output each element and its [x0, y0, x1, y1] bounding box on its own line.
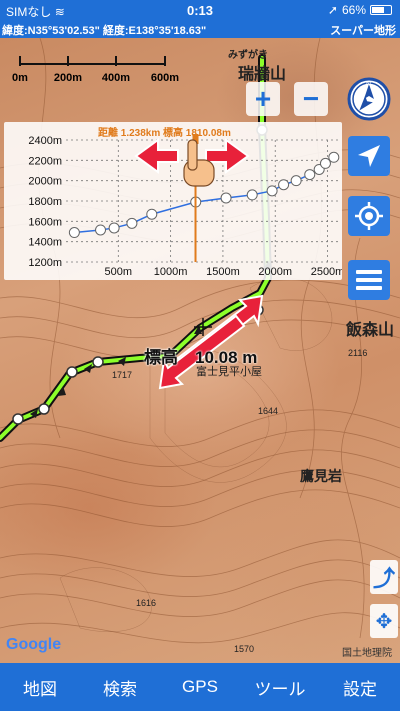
menu-button[interactable]: [348, 260, 390, 300]
spot-height-1570: 1570: [234, 644, 255, 654]
zoom-out-button[interactable]: −: [294, 82, 328, 116]
elevation-point: [278, 179, 290, 191]
scale-label-600: 600m: [150, 72, 180, 84]
battery-status: ➚ 66%: [328, 3, 392, 17]
drag-hint-overlay: [134, 138, 250, 187]
elevation-point: [328, 151, 340, 163]
gps-navigate-button[interactable]: [348, 136, 390, 176]
tab-map[interactable]: 地図: [0, 663, 80, 711]
hamburger-icon: [356, 270, 382, 290]
spot-height-2116: 2116: [348, 348, 368, 358]
coordinates: 緯度:N35°53'02.53" 経度:E138°35'18.63": [2, 25, 207, 37]
elevation-point: [319, 157, 331, 169]
y-tick-label: 2400m: [28, 135, 62, 147]
x-tick-label: 1500m: [206, 266, 240, 278]
elevation-point: [126, 217, 138, 229]
place-label-hut: 富士見平小屋: [196, 366, 262, 378]
svg-text:N: N: [366, 81, 371, 88]
move-map-button[interactable]: ✥: [370, 604, 398, 638]
location-arrow-icon: ➚: [327, 3, 338, 17]
hand-pointer-icon: [183, 139, 215, 187]
x-tick-label: 2000m: [258, 266, 292, 278]
y-tick-label: 1200m: [28, 257, 62, 269]
elevation-point: [146, 208, 158, 220]
place-label-iimoriyama: 飯森山: [346, 322, 395, 339]
y-tick-label: 1400m: [28, 237, 62, 249]
x-tick-label: 2500m: [311, 266, 342, 278]
spot-height-1717: 1717: [112, 370, 133, 380]
zoom-in-button[interactable]: +: [246, 82, 280, 116]
battery-percent: 66%: [341, 3, 366, 17]
elevation-point: [108, 222, 120, 234]
tab-search[interactable]: 検索: [80, 663, 160, 711]
battery-icon: [370, 5, 392, 15]
elevation-point: [220, 192, 232, 204]
place-label-mizugaki: みずがき: [228, 50, 268, 61]
navigation-arrow-icon: [358, 145, 380, 167]
google-logo: Google: [6, 636, 62, 653]
current-location-button[interactable]: [348, 196, 390, 236]
move-arrows-icon: ✥: [375, 610, 393, 633]
gsi-attribution: 国土地理院: [342, 648, 392, 659]
y-tick-label: 2200m: [28, 155, 62, 167]
u-turn-icon: ⤴: [372, 566, 395, 591]
tab-settings[interactable]: 設定: [320, 663, 400, 711]
spot-height-1616: 1616: [136, 598, 157, 608]
spot-height-1644: 1644: [258, 406, 279, 416]
y-tick-label: 2000m: [28, 176, 62, 188]
compass-icon[interactable]: N: [346, 76, 392, 122]
scale-label-0: 0m: [12, 72, 28, 84]
bottom-nav: 地図 検索 GPS ツール 設定: [0, 663, 400, 711]
tab-gps[interactable]: GPS: [160, 663, 240, 711]
scale-label-400: 400m: [101, 72, 131, 84]
x-tick-label: 1000m: [154, 266, 188, 278]
tab-tools[interactable]: ツール: [240, 663, 320, 711]
place-label-mizugakiyama: 瑞牆山: [238, 66, 287, 83]
elevation-point: [304, 169, 316, 181]
y-tick-label: 1800m: [28, 196, 62, 208]
x-tick-label: 500m: [105, 266, 133, 278]
drag-left-arrow-icon: [134, 138, 179, 174]
status-bar: SIMなし ≋ 0:13 ➚ 66%: [0, 0, 400, 20]
map-type-button[interactable]: スーパー地形: [330, 22, 396, 38]
elevation-point: [290, 175, 302, 187]
elevation-point: [95, 224, 107, 236]
crosshair-icon: [355, 202, 383, 230]
elevation-point: [68, 227, 80, 239]
y-tick-label: 1600m: [28, 216, 62, 228]
scale-bar: 0m 200m 400m 600m: [10, 52, 180, 86]
u-turn-button[interactable]: ⤴: [370, 560, 398, 594]
scale-label-200: 200m: [53, 72, 83, 84]
coordinate-bar: 緯度:N35°53'02.53" 経度:E138°35'18.63" スーパー地…: [0, 20, 400, 38]
place-label-takamiiwa: 鷹見岩: [300, 468, 342, 484]
